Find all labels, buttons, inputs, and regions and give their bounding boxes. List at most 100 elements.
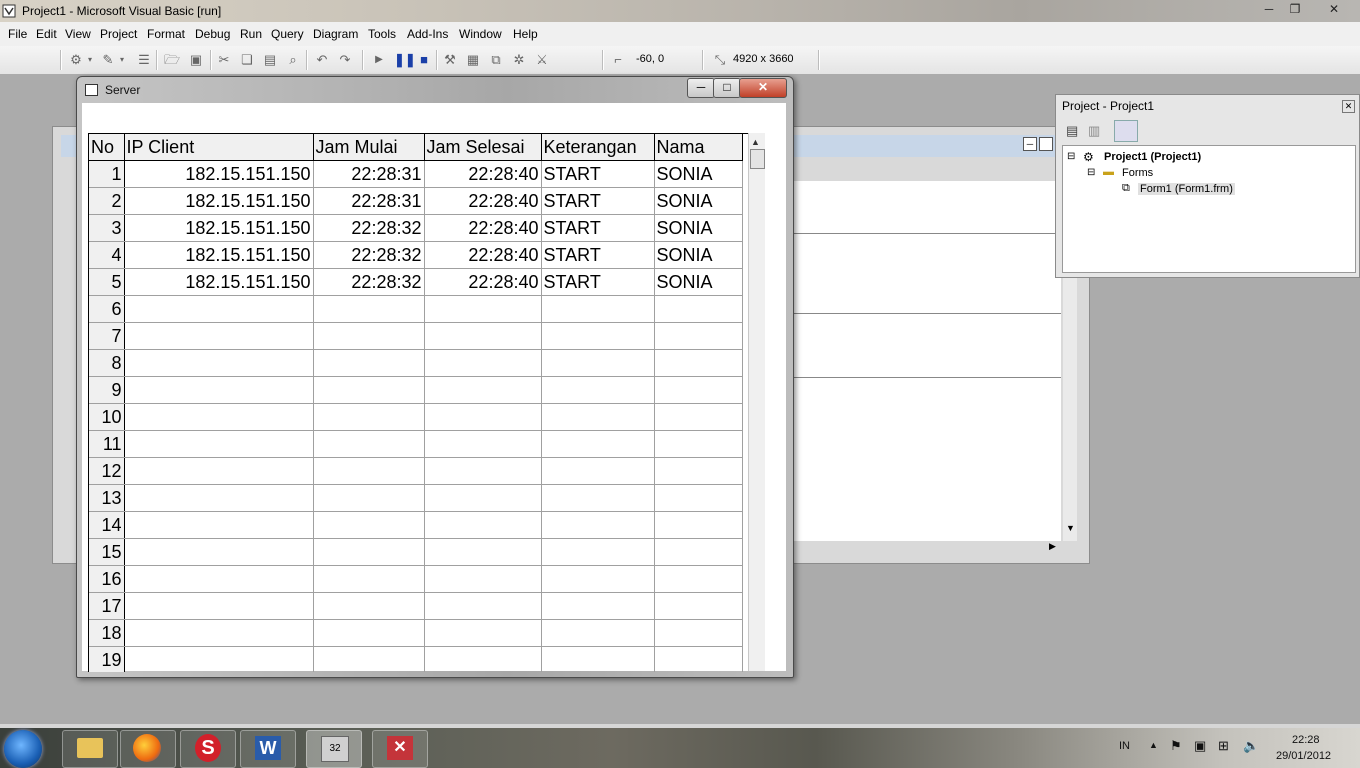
designer-maximize-button[interactable] bbox=[1039, 137, 1053, 151]
table-row[interactable]: 9 bbox=[89, 376, 743, 404]
cell-ip-client[interactable] bbox=[124, 349, 314, 377]
cell-jam-selesai[interactable]: 22:28:40 bbox=[424, 187, 542, 215]
grid-scrollbar[interactable]: ▲ bbox=[748, 133, 765, 671]
menu-tools[interactable]: Tools bbox=[368, 27, 396, 41]
column-header-ip-client[interactable]: IP Client bbox=[124, 134, 314, 161]
menu-editor-icon[interactable]: ☰ bbox=[136, 52, 152, 68]
view-code-icon[interactable]: ▤ bbox=[1066, 123, 1078, 139]
cell-nama[interactable] bbox=[654, 592, 743, 620]
scroll-right-icon[interactable]: ▶ bbox=[1049, 541, 1056, 552]
cell-jam-selesai[interactable] bbox=[424, 646, 542, 672]
cell-jam-mulai[interactable] bbox=[313, 295, 425, 323]
cell-jam-mulai[interactable]: 22:28:32 bbox=[313, 268, 425, 296]
cell-jam-mulai[interactable] bbox=[313, 592, 425, 620]
table-row[interactable]: 8 bbox=[89, 349, 743, 377]
cell-ip-client[interactable] bbox=[124, 295, 314, 323]
add-form-icon[interactable]: ✎ bbox=[100, 52, 116, 68]
table-row[interactable]: 4 182.15.151.150 22:28:32 22:28:40 START SONI… bbox=[89, 241, 743, 269]
column-header-nama[interactable]: Nama bbox=[654, 134, 743, 161]
server-close-button[interactable]: ✕ bbox=[739, 78, 787, 98]
cell-nama[interactable] bbox=[654, 403, 743, 431]
cell-jam-selesai[interactable] bbox=[424, 538, 542, 566]
device-icon[interactable]: ▣ bbox=[1194, 738, 1206, 754]
project-tree[interactable]: ⊟ ⚙ Project1 (Project1) ⊟ ▬ Forms ⧉ Form… bbox=[1062, 145, 1356, 273]
table-row[interactable]: 10 bbox=[89, 403, 743, 431]
menu-view[interactable]: View bbox=[65, 27, 91, 41]
minimize-button[interactable]: ─ bbox=[1256, 0, 1282, 18]
language-indicator[interactable]: IN bbox=[1119, 740, 1130, 752]
action-center-icon[interactable]: ⚑ bbox=[1170, 738, 1182, 754]
cell-keterangan[interactable]: START bbox=[541, 160, 655, 188]
cell-ip-client[interactable] bbox=[124, 403, 314, 431]
cell-keterangan[interactable] bbox=[541, 322, 655, 350]
taskbar-explorer-icon[interactable] bbox=[62, 730, 118, 768]
cell-ip-client[interactable] bbox=[124, 592, 314, 620]
column-header-no[interactable]: No bbox=[89, 134, 125, 161]
menu-debug[interactable]: Debug bbox=[195, 27, 230, 41]
taskbar-word-icon[interactable]: W bbox=[240, 730, 296, 768]
table-row[interactable]: 5 182.15.151.150 22:28:32 22:28:40 START SONI… bbox=[89, 268, 743, 296]
table-row[interactable]: 2 182.15.151.150 22:28:31 22:28:40 START SONI… bbox=[89, 187, 743, 215]
server-maximize-button[interactable]: □ bbox=[713, 78, 741, 98]
cut-icon[interactable]: ✂ bbox=[216, 52, 232, 68]
cell-nama[interactable] bbox=[654, 349, 743, 377]
cell-nama[interactable]: SONIA bbox=[654, 214, 743, 242]
cell-nama[interactable] bbox=[654, 322, 743, 350]
cell-jam-mulai[interactable] bbox=[313, 511, 425, 539]
cell-keterangan[interactable]: START bbox=[541, 268, 655, 296]
cell-keterangan[interactable] bbox=[541, 646, 655, 672]
menu-query[interactable]: Query bbox=[271, 27, 304, 41]
cell-ip-client[interactable]: 182.15.151.150 bbox=[124, 160, 314, 188]
start-icon[interactable]: ▶ bbox=[371, 52, 387, 68]
add-project-icon[interactable]: ⚙ bbox=[68, 52, 84, 68]
cell-keterangan[interactable]: START bbox=[541, 187, 655, 215]
table-row[interactable]: 19 bbox=[89, 646, 743, 672]
menu-format[interactable]: Format bbox=[147, 27, 185, 41]
menu-help[interactable]: Help bbox=[513, 27, 538, 41]
clock-date[interactable]: 29/01/2012 bbox=[1276, 750, 1331, 762]
open-icon[interactable]: 🗁 bbox=[164, 52, 180, 68]
cell-jam-selesai[interactable]: 22:28:40 bbox=[424, 160, 542, 188]
designer-minimize-button[interactable]: ─ bbox=[1023, 137, 1037, 151]
cell-keterangan[interactable] bbox=[541, 484, 655, 512]
cell-ip-client[interactable]: 182.15.151.150 bbox=[124, 214, 314, 242]
column-header-jam-mulai[interactable]: Jam Mulai bbox=[313, 134, 425, 161]
table-row[interactable]: 12 bbox=[89, 457, 743, 485]
cell-keterangan[interactable] bbox=[541, 538, 655, 566]
close-button[interactable]: ✕ bbox=[1312, 0, 1356, 18]
cell-jam-mulai[interactable] bbox=[313, 565, 425, 593]
toggle-folders-icon[interactable] bbox=[1114, 120, 1138, 142]
menu-file[interactable]: File bbox=[8, 27, 27, 41]
table-row[interactable]: 1 182.15.151.150 22:28:31 22:28:40 START SONI… bbox=[89, 160, 743, 188]
cell-jam-selesai[interactable] bbox=[424, 295, 542, 323]
cell-nama[interactable] bbox=[654, 646, 743, 672]
cell-keterangan[interactable]: START bbox=[541, 241, 655, 269]
cell-nama[interactable]: SONIA bbox=[654, 187, 743, 215]
cell-jam-selesai[interactable] bbox=[424, 565, 542, 593]
table-row[interactable]: 17 bbox=[89, 592, 743, 620]
cell-nama[interactable]: SONIA bbox=[654, 268, 743, 296]
cell-jam-mulai[interactable]: 22:28:31 bbox=[313, 187, 425, 215]
cell-jam-mulai[interactable]: 22:28:32 bbox=[313, 241, 425, 269]
cell-jam-selesai[interactable] bbox=[424, 484, 542, 512]
cell-jam-mulai[interactable] bbox=[313, 430, 425, 458]
cell-jam-mulai[interactable] bbox=[313, 322, 425, 350]
table-row[interactable]: 13 bbox=[89, 484, 743, 512]
cell-nama[interactable] bbox=[654, 619, 743, 647]
cell-keterangan[interactable] bbox=[541, 457, 655, 485]
cell-keterangan[interactable] bbox=[541, 349, 655, 377]
project-explorer-icon[interactable]: ⚒ bbox=[442, 52, 458, 68]
data-grid[interactable]: No IP Client Jam Mulai Jam Selesai Keteranga… bbox=[88, 133, 749, 672]
find-icon[interactable]: ⌕ bbox=[285, 52, 301, 68]
cell-keterangan[interactable] bbox=[541, 565, 655, 593]
cell-jam-selesai[interactable] bbox=[424, 322, 542, 350]
menu-edit[interactable]: Edit bbox=[36, 27, 57, 41]
cell-keterangan[interactable]: START bbox=[541, 214, 655, 242]
tree-node-forms[interactable]: Forms bbox=[1122, 167, 1153, 179]
cell-jam-mulai[interactable] bbox=[313, 484, 425, 512]
cell-nama[interactable] bbox=[654, 511, 743, 539]
cell-ip-client[interactable] bbox=[124, 511, 314, 539]
table-row[interactable]: 3 182.15.151.150 22:28:32 22:28:40 START SONI… bbox=[89, 214, 743, 242]
network-icon[interactable]: ⊞ bbox=[1218, 738, 1229, 754]
cell-nama[interactable]: SONIA bbox=[654, 241, 743, 269]
